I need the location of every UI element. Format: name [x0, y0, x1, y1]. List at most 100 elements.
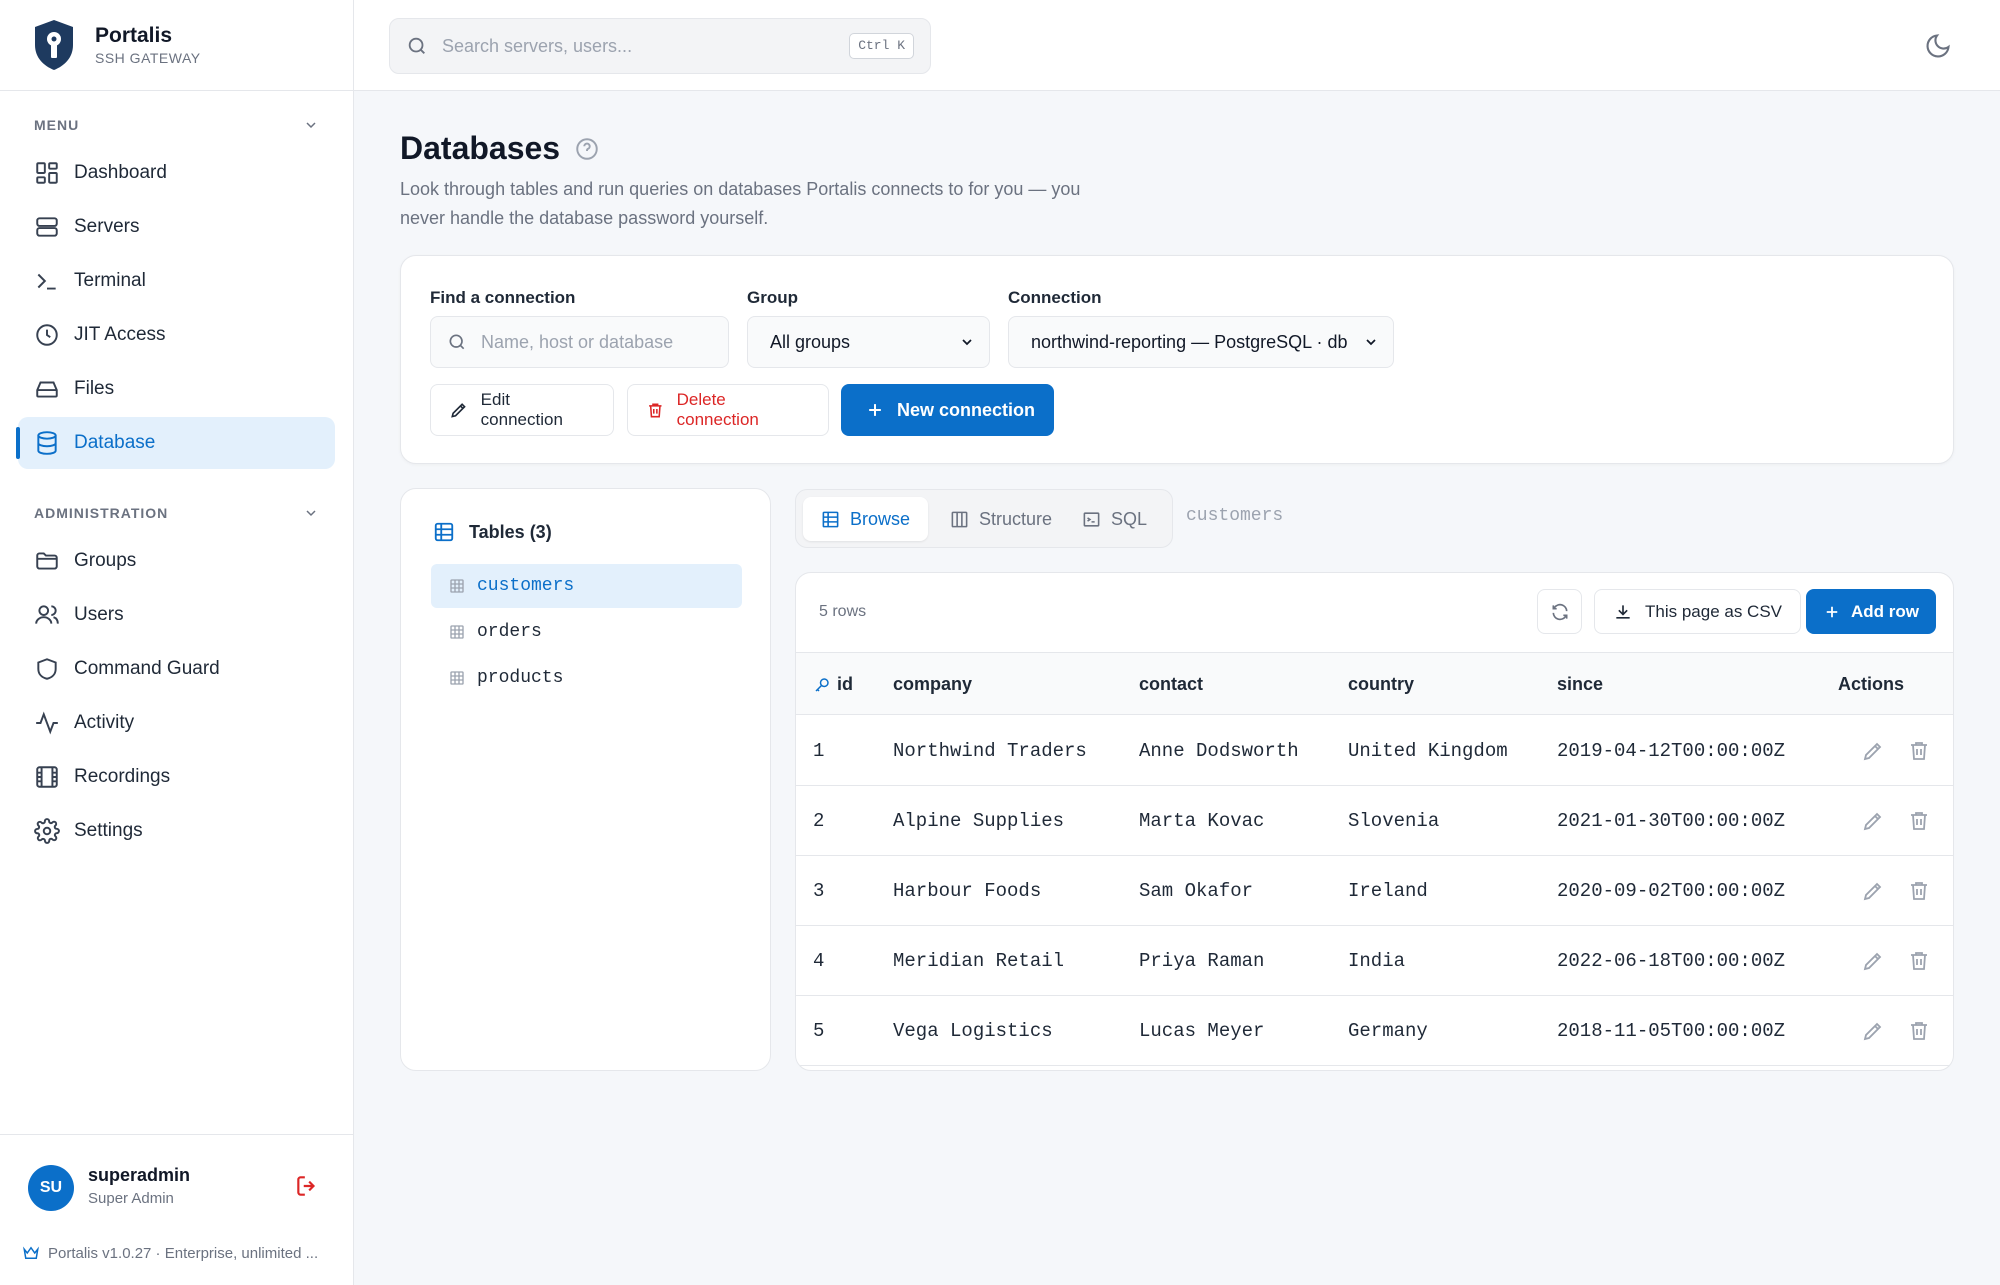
- refresh-button[interactable]: [1537, 589, 1582, 634]
- edit-row-icon[interactable]: [1861, 809, 1885, 833]
- sidebar-item-recordings[interactable]: Recordings: [18, 751, 335, 803]
- tables-heading-text: Tables (3): [469, 521, 552, 542]
- edit-row-icon[interactable]: [1861, 1019, 1885, 1043]
- table-row[interactable]: 5 Vega Logistics Lucas Meyer Germany 2018-11…: [796, 996, 1953, 1066]
- cell-id: 1: [813, 740, 825, 762]
- version-info: Portalis v1.0.27 · Enterprise, unlimited…: [22, 1244, 318, 1262]
- brand[interactable]: Portalis SSH GATEWAY: [0, 0, 353, 91]
- logout-icon[interactable]: [294, 1173, 320, 1199]
- table-icon: [450, 671, 464, 685]
- columns-icon: [951, 511, 968, 527]
- sidebar-item-activity[interactable]: Activity: [18, 697, 335, 749]
- sidebar-item-terminal[interactable]: Terminal: [18, 255, 335, 307]
- edit-row-icon[interactable]: [1861, 949, 1885, 973]
- connection-select[interactable]: northwind-reporting — PostgreSQL · db: [1008, 316, 1394, 368]
- find-connection-input[interactable]: Name, host or database: [430, 316, 729, 368]
- cell-company: Alpine Supplies: [893, 810, 1065, 832]
- server-icon: [36, 217, 58, 237]
- shield-icon: [37, 658, 57, 680]
- cell-contact: Sam Okafor: [1139, 880, 1254, 902]
- new-connection-button[interactable]: New connection: [841, 384, 1054, 436]
- delete-row-icon[interactable]: [1907, 1019, 1931, 1043]
- tab-sql[interactable]: SQL: [1064, 497, 1165, 541]
- sidebar-item-label: Files: [74, 378, 115, 399]
- sidebar-item-groups[interactable]: Groups: [18, 535, 335, 587]
- table-row[interactable]: 4 Meridian Retail Priya Raman India 2022-06-…: [796, 926, 1953, 996]
- tab-browse[interactable]: Browse: [803, 497, 929, 541]
- delete-row-icon[interactable]: [1907, 949, 1931, 973]
- column-header-contact[interactable]: contact: [1139, 653, 1203, 716]
- sidebar-item-jit-access[interactable]: JIT Access: [18, 309, 335, 361]
- sidebar: Portalis SSH GATEWAY MENU Dashboard Serv…: [0, 0, 354, 1285]
- chevron-down-icon: [962, 339, 972, 346]
- key-icon: [815, 677, 829, 692]
- delete-row-icon[interactable]: [1907, 809, 1931, 833]
- sidebar-item-settings[interactable]: Settings: [18, 805, 335, 857]
- column-header-country[interactable]: country: [1348, 653, 1414, 716]
- sidebar-item-label: Database: [74, 432, 156, 453]
- column-header-id[interactable]: id: [813, 653, 853, 716]
- sidebar-item-command-guard[interactable]: Command Guard: [18, 643, 335, 695]
- table-item-customers[interactable]: customers: [431, 564, 742, 608]
- global-search[interactable]: Ctrl K: [389, 18, 931, 74]
- page-title: Databases: [400, 130, 600, 167]
- add-row-button[interactable]: Add row: [1806, 589, 1936, 634]
- column-header-label: id: [837, 674, 853, 694]
- delete-connection-button[interactable]: Delete connection: [627, 384, 829, 436]
- edit-row-icon[interactable]: [1861, 739, 1885, 763]
- delete-row-icon[interactable]: [1907, 879, 1931, 903]
- column-header-since[interactable]: since: [1557, 653, 1603, 716]
- sidebar-item-servers[interactable]: Servers: [18, 201, 335, 253]
- moon-icon[interactable]: [1924, 32, 1952, 60]
- refresh-icon: [1552, 603, 1567, 620]
- cell-contact: Anne Dodsworth: [1139, 740, 1299, 762]
- avatar[interactable]: SU: [28, 1165, 74, 1211]
- table-item-orders[interactable]: orders: [431, 610, 742, 654]
- folder-icon: [36, 552, 58, 570]
- sidebar-item-label: Terminal: [74, 270, 146, 291]
- help-icon[interactable]: [574, 136, 600, 162]
- sidebar-item-database[interactable]: Database: [16, 417, 335, 469]
- menu-section-label: MENU: [34, 117, 80, 133]
- shortcut-badge: Ctrl K: [849, 33, 914, 59]
- administration-section-header[interactable]: ADMINISTRATION: [0, 501, 353, 525]
- cell-since: 2021-01-30T00:00:00Z: [1557, 810, 1786, 832]
- cell-contact: Marta Kovac: [1139, 810, 1265, 832]
- cell-since: 2020-09-02T00:00:00Z: [1557, 880, 1786, 902]
- dashboard-icon: [36, 162, 58, 184]
- cell-since: 2018-11-05T00:00:00Z: [1557, 1020, 1786, 1042]
- menu-section-header[interactable]: MENU: [0, 113, 353, 137]
- film-icon: [36, 766, 58, 788]
- sidebar-item-dashboard[interactable]: Dashboard: [18, 147, 335, 199]
- cell-country: Slovenia: [1348, 810, 1440, 832]
- sidebar-item-label: Users: [74, 604, 124, 625]
- table-row[interactable]: 2 Alpine Supplies Marta Kovac Slovenia 2021-…: [796, 786, 1953, 856]
- brand-subtitle: SSH GATEWAY: [95, 50, 201, 66]
- table-item-products[interactable]: products: [431, 656, 742, 700]
- cell-id: 2: [813, 810, 825, 832]
- cell-since: 2019-04-12T00:00:00Z: [1557, 740, 1786, 762]
- sidebar-item-label: Dashboard: [74, 162, 167, 183]
- export-csv-button[interactable]: This page as CSV: [1594, 589, 1802, 634]
- search-input[interactable]: [442, 35, 822, 57]
- table-row[interactable]: 3 Harbour Foods Sam Okafor Ireland 2020-09-0…: [796, 856, 1953, 926]
- sidebar-item-label: Settings: [74, 820, 143, 841]
- user-name: superadmin: [88, 1165, 191, 1185]
- group-select[interactable]: All groups: [747, 316, 990, 368]
- sidebar-item-users[interactable]: Users: [18, 589, 335, 641]
- data-grid-card: 5 rows This page as CSV Add row id compa…: [795, 572, 1954, 1071]
- delete-row-icon[interactable]: [1907, 739, 1931, 763]
- activity-icon: [36, 711, 58, 735]
- group-label: Group: [747, 288, 798, 307]
- grid-icon: [822, 511, 839, 527]
- table-row[interactable]: 1 Northwind Traders Anne Dodsworth United K…: [796, 716, 1953, 786]
- sidebar-item-files[interactable]: Files: [18, 363, 335, 415]
- column-header-company[interactable]: company: [893, 653, 972, 716]
- user-panel: SU superadmin Super Admin Portalis v1.0.…: [0, 1134, 354, 1285]
- edit-row-icon[interactable]: [1861, 879, 1885, 903]
- plus-icon: [869, 404, 881, 416]
- tab-structure[interactable]: Structure: [932, 497, 1070, 541]
- edit-connection-button[interactable]: Edit connection: [430, 384, 614, 436]
- search-icon: [408, 37, 425, 54]
- page-title-text: Databases: [400, 130, 561, 166]
